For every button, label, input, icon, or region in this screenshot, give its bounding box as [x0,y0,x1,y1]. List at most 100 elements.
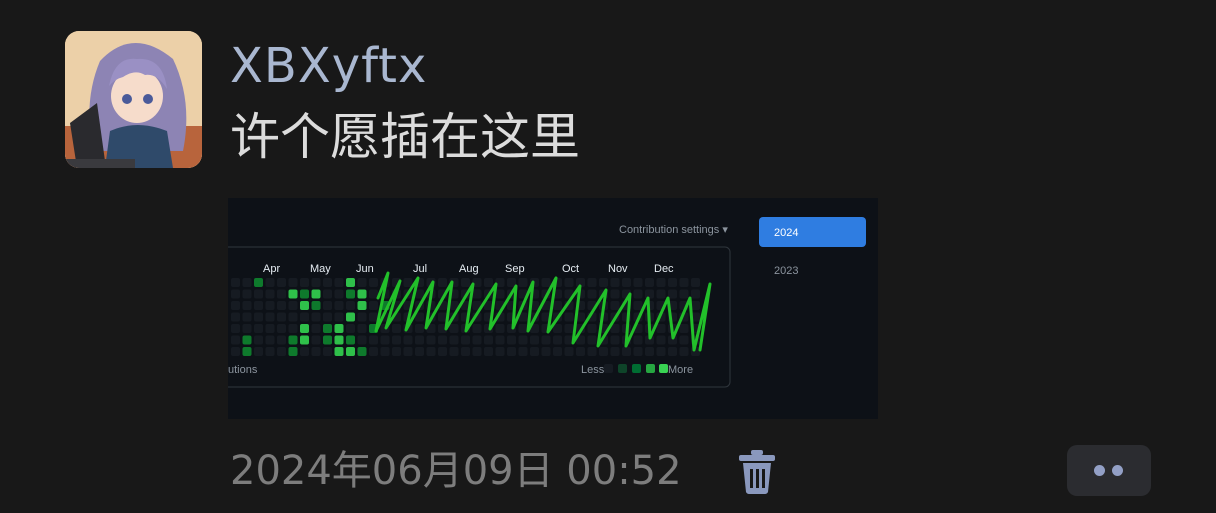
contribution-cell [323,312,332,322]
post-text: 许个愿插在这里 [230,108,580,166]
contribution-cell [587,335,597,345]
contribution-cell [300,335,309,345]
contribution-cell [334,335,344,345]
contribution-cell [461,278,470,287]
contribution-cell [461,347,470,356]
contribution-cell [679,335,689,345]
contribution-cell [254,324,263,333]
contribution-cell [610,347,620,356]
contribution-cell [288,278,298,287]
contribution-cell [633,335,643,345]
contribution-cell [415,324,424,333]
contribution-cell [300,347,309,356]
contribution-cell [265,347,275,356]
attached-image[interactable]: Contribution settings ▾ 2024 2023 Apr May… [228,198,878,419]
contribution-cell [323,278,332,287]
contribution-cell [277,289,286,299]
contribution-cell [311,312,321,322]
contribution-cell [530,347,539,356]
contribution-cell [334,301,344,310]
contribution-cell [610,335,620,345]
month-label: Jul [413,263,427,275]
contribution-cell [656,289,666,299]
contribution-cell [346,347,355,356]
contribution-cell [254,312,263,322]
contribution-cell [633,347,643,356]
contribution-cell [564,278,574,287]
contribution-cell [346,289,355,299]
contribution-cell [610,289,620,299]
contribution-cell [369,312,378,322]
contribution-cell [461,335,470,345]
year-2023-label: 2023 [774,265,798,277]
contribution-cell [254,347,263,356]
contribution-cell [415,347,424,356]
more-dots-icon [1112,465,1123,476]
post-timestamp: 2024年06月09日 00:52 [230,448,682,494]
contribution-cell [357,289,367,299]
contribution-cell [484,278,493,287]
contribution-cell [553,347,562,356]
contribution-cell [484,335,493,345]
contribution-cell [438,347,447,356]
contribution-cell [346,301,355,310]
contribution-cell [231,347,240,356]
contribution-cell [357,301,367,310]
contribution-cell [231,278,240,287]
contribution-cell [231,335,240,345]
contribution-cell [518,324,528,333]
contribution-cell [576,347,585,356]
contribution-cell [346,278,355,287]
avatar[interactable] [65,31,202,168]
contribution-cell [254,289,263,299]
contribution-cell [311,301,321,310]
contribution-cell [334,278,344,287]
contribution-cell [472,324,482,333]
contribution-cell [426,335,436,345]
contribution-cell [231,301,240,310]
contribution-cell [311,335,321,345]
contribution-cell [541,347,551,356]
contribution-cell [254,301,263,310]
contribution-cell [668,347,677,356]
contribution-cell [518,335,528,345]
month-label: Aug [459,263,479,275]
delete-button[interactable] [736,448,778,496]
contribution-cell [369,347,378,356]
contribution-cell [691,278,700,287]
contribution-cell [449,347,459,356]
contribution-cell [622,347,631,356]
contribution-cell [242,289,252,299]
contribution-cell [357,312,367,322]
legend-more: More [668,364,693,376]
contribution-cell [288,324,298,333]
more-button[interactable] [1067,445,1151,496]
contribution-cell [645,278,654,287]
contribution-cell [231,324,240,333]
contribution-cell [288,301,298,310]
contribution-cell [334,289,344,299]
contribution-cell [265,301,275,310]
contribution-cell [645,289,654,299]
contribution-cell [242,335,252,345]
contribution-cell [288,347,298,356]
contribution-cell [679,278,689,287]
contribution-cell [369,335,378,345]
contribution-cell [495,324,505,333]
contribution-cell [323,301,332,310]
trash-icon [739,450,775,494]
contribution-cell [334,312,344,322]
contribution-cell [265,312,275,322]
contribution-cell [288,312,298,322]
contribution-cell [242,278,252,287]
contribution-cell [449,324,459,333]
contribution-cell [691,289,700,299]
contribution-cell [438,335,447,345]
contribution-cell [265,324,275,333]
more-dots-icon [1094,465,1105,476]
contribution-cell [668,278,677,287]
contribution-cell [277,324,286,333]
contribution-cell [242,301,252,310]
username[interactable]: XBXyftx [230,36,427,96]
contribution-cell [668,289,677,299]
